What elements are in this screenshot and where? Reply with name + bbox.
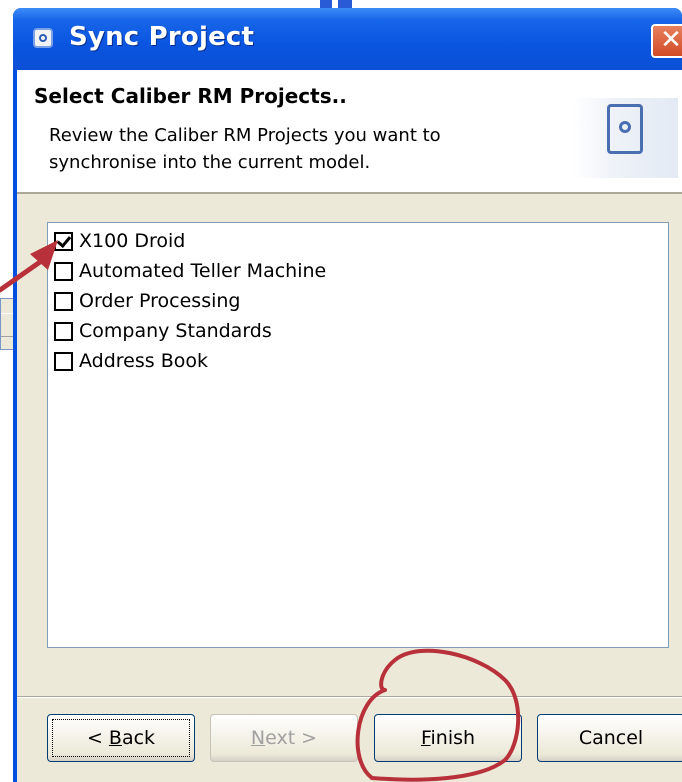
wizard-header: Select Caliber RM Projects.. Review the … [17, 70, 682, 194]
list-item-label: Address Book [79, 350, 208, 372]
next-button-rest: ext > [265, 727, 318, 749]
dialog-client-area: Select Caliber RM Projects.. Review the … [17, 70, 682, 782]
list-item[interactable]: Order Processing [54, 287, 241, 315]
next-button-mnemonic: N [250, 727, 266, 749]
window-title: Sync Project [69, 22, 255, 52]
list-item[interactable]: X100 Droid [54, 227, 185, 255]
checkbox-icon[interactable] [54, 321, 73, 341]
finish-button-mnemonic: F [420, 727, 431, 749]
back-button-rest: ack [121, 727, 156, 749]
list-item-label: Automated Teller Machine [79, 260, 327, 282]
list-item[interactable]: Address Book [54, 347, 208, 375]
app-icon [33, 28, 53, 48]
list-item-label: Company Standards [79, 320, 272, 342]
list-item-label: Order Processing [79, 290, 241, 312]
cancel-button[interactable]: Cancel [537, 714, 682, 762]
list-item[interactable]: Automated Teller Machine [54, 257, 326, 285]
checkbox-icon[interactable] [54, 231, 73, 251]
project-list[interactable]: X100 Droid Automated Teller Machine Orde… [47, 222, 669, 648]
list-item[interactable]: Company Standards [54, 317, 272, 345]
list-item-label: X100 Droid [79, 230, 186, 252]
checkbox-icon[interactable] [54, 351, 73, 371]
next-button[interactable]: Next > [210, 714, 358, 762]
page-description: Review the Caliber RM Projects you want … [49, 125, 441, 173]
finish-button-rest: inish [430, 727, 476, 749]
page-title: Select Caliber RM Projects.. [34, 84, 347, 108]
back-button-prefix: < [86, 727, 109, 749]
finish-button[interactable]: Finish [374, 714, 522, 762]
sync-graphic-icon [573, 98, 678, 178]
title-bar[interactable]: Sync Project ✕ [13, 8, 682, 70]
back-button[interactable]: < Back [47, 714, 195, 762]
sync-project-dialog: Sync Project ✕ Select Caliber RM Project… [13, 8, 682, 782]
back-button-mnemonic: B [108, 727, 122, 749]
background-window-edge [320, 0, 352, 8]
close-icon[interactable]: ✕ [651, 24, 682, 58]
button-separator [17, 696, 682, 698]
checkbox-icon[interactable] [54, 291, 73, 311]
checkbox-icon[interactable] [54, 261, 73, 281]
